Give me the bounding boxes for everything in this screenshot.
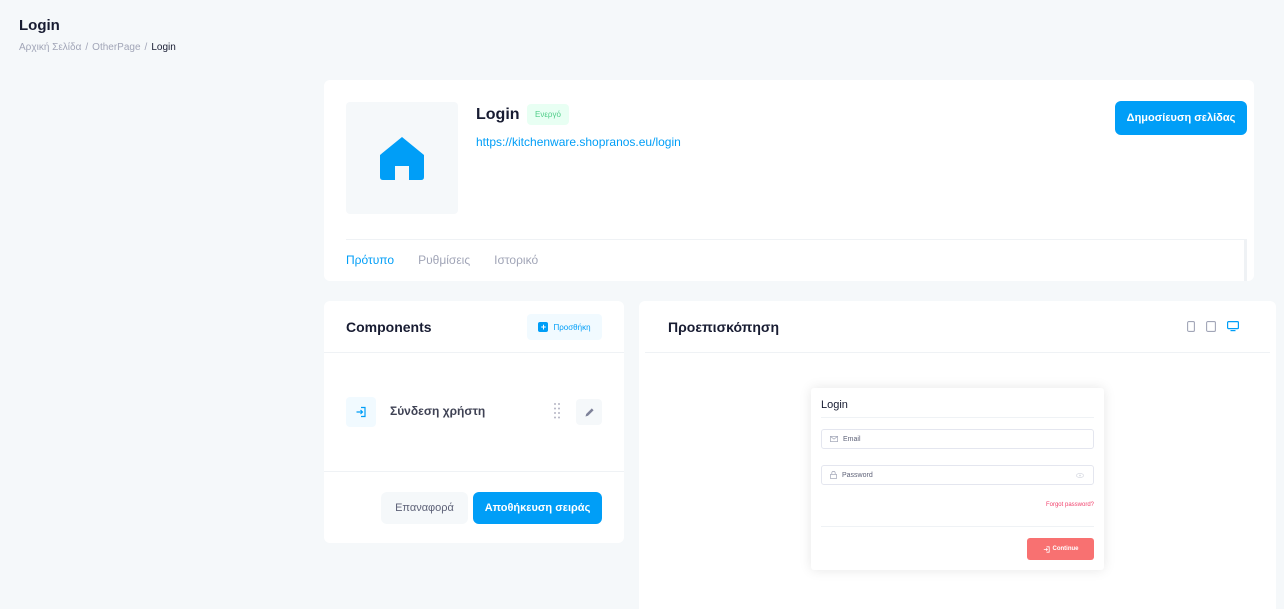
breadcrumb-separator: / <box>144 42 148 53</box>
page-title: Login <box>19 17 60 34</box>
component-label: Σύνδεση χρήστη <box>390 404 486 418</box>
continue-button[interactable]: Continue <box>1027 538 1094 560</box>
preview-title: Προεπισκόπηση <box>668 319 780 335</box>
components-card: Components + Προσθήκη Σύνδεση χρήστη Επα… <box>324 301 624 543</box>
breadcrumb: Αρχική Σελίδα / OtherPage / Login <box>19 42 176 53</box>
desktop-icon[interactable] <box>1227 320 1239 332</box>
reset-button[interactable]: Επαναφορά <box>381 492 468 524</box>
sign-in-icon <box>346 397 376 427</box>
components-title: Components <box>346 319 432 335</box>
sign-in-icon <box>1043 545 1050 553</box>
mobile-icon[interactable] <box>1185 320 1197 332</box>
lock-icon <box>830 471 837 479</box>
pencil-icon <box>585 407 594 416</box>
page-header-card: Login Ενεργό https://kitchenware.shopran… <box>324 80 1254 281</box>
page-tabs: Πρότυπο Ρυθμίσεις Ιστορικό <box>346 253 538 267</box>
email-placeholder: Email <box>843 435 861 443</box>
password-field[interactable]: Password <box>821 465 1094 485</box>
plus-icon: + <box>538 322 549 332</box>
save-order-button[interactable]: Αποθήκευση σειράς <box>473 492 602 524</box>
scrollbar[interactable] <box>1244 239 1247 281</box>
add-component-label: Προσθήκη <box>553 322 591 332</box>
eye-icon[interactable] <box>1076 472 1084 478</box>
divider <box>324 352 624 353</box>
edit-component-button[interactable] <box>576 399 602 425</box>
page-url-link[interactable]: https://kitchenware.shopranos.eu/login <box>476 135 681 149</box>
home-icon <box>380 137 424 180</box>
tab-template[interactable]: Πρότυπο <box>346 253 394 267</box>
login-form-preview: Login Email Password Forgot password? Co… <box>811 388 1104 570</box>
divider <box>821 417 1094 418</box>
login-form-title: Login <box>821 399 848 411</box>
continue-label: Continue <box>1052 546 1079 552</box>
breadcrumb-separator: / <box>85 42 89 53</box>
publish-page-button[interactable]: Δημοσίευση σελίδας <box>1115 101 1247 135</box>
divider <box>821 526 1094 527</box>
tablet-icon[interactable] <box>1205 320 1217 332</box>
breadcrumb-parent[interactable]: OtherPage <box>92 42 140 53</box>
page-name: Login <box>476 106 520 123</box>
drag-handle-icon[interactable] <box>553 402 561 420</box>
email-field[interactable]: Email <box>821 429 1094 449</box>
divider <box>324 471 624 472</box>
mail-icon <box>830 436 838 442</box>
tab-history[interactable]: Ιστορικό <box>494 253 538 267</box>
breadcrumb-home[interactable]: Αρχική Σελίδα <box>19 42 81 53</box>
password-placeholder: Password <box>842 471 873 479</box>
forgot-password-link[interactable]: Forgot password? <box>1046 502 1094 508</box>
divider <box>346 239 1245 240</box>
breadcrumb-current: Login <box>151 42 176 53</box>
add-component-button[interactable]: + Προσθήκη <box>527 314 602 340</box>
page-thumbnail <box>346 102 458 214</box>
preview-card: Προεπισκόπηση Login Email Password Forgo… <box>639 301 1276 609</box>
divider <box>645 352 1270 353</box>
tab-settings[interactable]: Ρυθμίσεις <box>418 253 470 267</box>
status-badge: Ενεργό <box>527 104 569 125</box>
